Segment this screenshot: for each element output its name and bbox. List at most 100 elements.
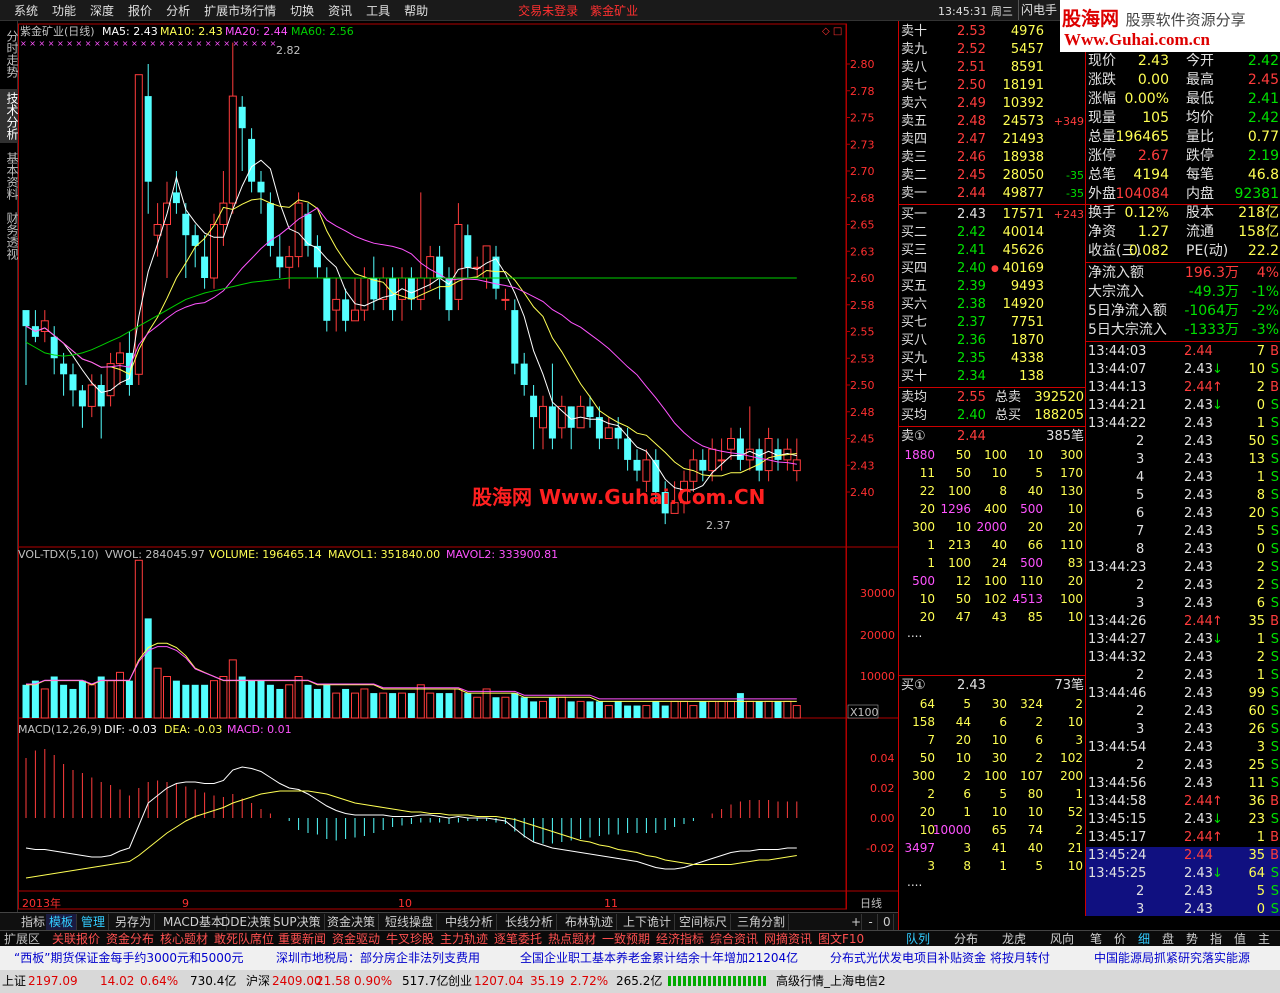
tab-intraday[interactable]: 分时走势 bbox=[0, 27, 19, 81]
buy-level-row[interactable]: 买一 2.43 17571 +243 bbox=[899, 206, 1085, 224]
tick-row[interactable]: 13:44:21 2.43 ↓ 0 S bbox=[1086, 397, 1280, 415]
tick-row[interactable]: 5 2.43 8 S bbox=[1086, 487, 1280, 505]
tick-row[interactable]: 13:44:22 2.43 1 S bbox=[1086, 415, 1280, 433]
tick-row[interactable]: 8 2.43 0 S bbox=[1086, 541, 1280, 559]
buy-level-row[interactable]: 买十 2.34 138 bbox=[899, 368, 1085, 386]
sell-level-row[interactable]: 卖九 2.52 5457 bbox=[899, 41, 1085, 59]
tick-row[interactable]: 2 2.43 25 S bbox=[1086, 757, 1280, 775]
tab-indicator-4[interactable]: MACD基本 bbox=[160, 914, 227, 930]
buy-level-row[interactable]: 买三 2.41 45626 bbox=[899, 242, 1085, 260]
queue-tab-0[interactable]: 队列 bbox=[906, 931, 930, 947]
sell-level-row[interactable]: 卖七 2.50 18191 bbox=[899, 77, 1085, 95]
ext-tab-1[interactable]: 关联报价 bbox=[52, 931, 100, 947]
queue-tab-3[interactable]: 风向 bbox=[1050, 931, 1074, 947]
sell-level-row[interactable]: 卖四 2.47 21493 bbox=[899, 131, 1085, 149]
ticker-item-3[interactable]: 分布式光伏发电项目补贴资金 将按月转付 bbox=[830, 946, 1050, 970]
ticker-item-2[interactable]: 全国企业职工基本养老金累计结余十年增加21204亿 bbox=[520, 946, 798, 970]
buy-queue-header[interactable]: 买① 2.43 73笔 bbox=[899, 677, 1085, 695]
buy-level-row[interactable]: 买二 2.42 40014 bbox=[899, 224, 1085, 242]
tab-indicator-3[interactable]: 另存为 bbox=[112, 914, 156, 930]
trade-status[interactable]: 交易未登录 bbox=[518, 2, 578, 19]
tab-indicator-6[interactable]: SUP决策 bbox=[270, 914, 325, 930]
tick-row[interactable]: 6 2.43 20 S bbox=[1086, 505, 1280, 523]
tab-indicator-14[interactable]: 三角分割 bbox=[734, 914, 790, 930]
tick-row[interactable]: 3 2.43 0 S bbox=[1086, 901, 1280, 916]
chart-area[interactable]: 紫金矿业(日线) MA5: 2.43 MA10: 2.43 MA20: 2.44… bbox=[18, 21, 898, 916]
tick-row[interactable]: 2 2.43 1 S bbox=[1086, 667, 1280, 685]
ext-tab-0[interactable]: 扩展区 bbox=[4, 931, 40, 947]
menu-depth[interactable]: 深度 bbox=[90, 2, 114, 19]
detail-tab-0[interactable]: 笔 bbox=[1090, 931, 1102, 947]
tick-row[interactable]: 13:44:58 2.44 ↑ 36 B bbox=[1086, 793, 1280, 811]
detail-tab-1[interactable]: 价 bbox=[1114, 931, 1126, 947]
period-label[interactable]: 日线 bbox=[860, 896, 882, 910]
tick-row[interactable]: 2 2.43 50 S bbox=[1086, 433, 1280, 451]
ext-tab-3[interactable]: 核心题材 bbox=[160, 931, 208, 947]
ext-tab-14[interactable]: 网摘资讯 bbox=[764, 931, 812, 947]
ext-tab-5[interactable]: 重要新闻 bbox=[278, 931, 326, 947]
tab-indicator-5[interactable]: DDE决策 bbox=[218, 914, 276, 930]
tick-row[interactable]: 13:45:17 2.44 ↑ 1 B bbox=[1086, 829, 1280, 847]
menu-ext-market[interactable]: 扩展市场行情 bbox=[204, 2, 276, 19]
menu-system[interactable]: 系统 bbox=[14, 2, 38, 19]
tick-row[interactable]: 7 2.43 5 S bbox=[1086, 523, 1280, 541]
news-ticker[interactable]: “西板”期货保证金每手约3000元和5000元 深圳市地税局：部分房企非法列支费用… bbox=[0, 946, 1280, 970]
tab-financial[interactable]: 财务透视 bbox=[0, 209, 19, 263]
tab-indicator-13[interactable]: 空间标尺 bbox=[676, 914, 732, 930]
tick-row[interactable]: 3 2.43 6 S bbox=[1086, 595, 1280, 613]
tick-row[interactable]: 13:44:07 2.43 ↓ 10 S bbox=[1086, 361, 1280, 379]
tick-row[interactable]: 13:44:56 2.43 11 S bbox=[1086, 775, 1280, 793]
tick-row[interactable]: 13:44:26 2.44 ↑ 35 B bbox=[1086, 613, 1280, 631]
tab-indicator-0[interactable]: 指标 bbox=[18, 914, 50, 930]
buy-level-row[interactable]: 买五 2.39 9493 bbox=[899, 278, 1085, 296]
tab-ctrl-0[interactable]: + bbox=[848, 914, 862, 930]
queue-tab-1[interactable]: 分布 bbox=[954, 931, 978, 947]
tick-row[interactable]: 4 2.43 1 S bbox=[1086, 469, 1280, 487]
tick-row[interactable]: 13:45:15 2.43 ↓ 23 S bbox=[1086, 811, 1280, 829]
queue-tab-2[interactable]: 龙虎 bbox=[1002, 931, 1026, 947]
menu-quote[interactable]: 报价 bbox=[128, 2, 152, 19]
ext-tab-13[interactable]: 综合资讯 bbox=[710, 931, 758, 947]
kline-chart[interactable]: 紫金矿业(日线) MA5: 2.43 MA10: 2.43 MA20: 2.44… bbox=[18, 21, 898, 916]
tab-ctrl-2[interactable]: 0 bbox=[880, 914, 894, 930]
sell-level-row[interactable]: 卖三 2.46 18938 bbox=[899, 149, 1085, 167]
tab-indicator-7[interactable]: 资金决策 bbox=[324, 914, 380, 930]
detail-tab-7[interactable]: 主 bbox=[1258, 931, 1270, 947]
tick-row[interactable]: 3 2.43 13 S bbox=[1086, 451, 1280, 469]
sell-level-row[interactable]: 卖二 2.45 28050 -35 bbox=[899, 167, 1085, 185]
ticker-item-1[interactable]: 深圳市地税局：部分房企非法列支费用 bbox=[276, 946, 480, 970]
ext-tab-6[interactable]: 资金驱动 bbox=[332, 931, 380, 947]
flash-trade-button[interactable]: 闪电手 bbox=[1018, 0, 1059, 20]
menu-tools[interactable]: 工具 bbox=[366, 2, 390, 19]
sell-queue-header[interactable]: 卖① 2.44 385笔 bbox=[899, 428, 1085, 446]
sz-index[interactable]: 2409.00 bbox=[272, 970, 322, 993]
detail-tab-4[interactable]: 势 bbox=[1186, 931, 1198, 947]
tab-indicator-8[interactable]: 短线操盘 bbox=[382, 914, 438, 930]
server-name[interactable]: 高级行情_上海电信2 bbox=[776, 970, 886, 993]
tab-indicator-1[interactable]: 模板 bbox=[46, 914, 78, 930]
buy-level-row[interactable]: 买七 2.37 7751 bbox=[899, 314, 1085, 332]
detail-tab-5[interactable]: 指 bbox=[1210, 931, 1222, 947]
menu-analysis[interactable]: 分析 bbox=[166, 2, 190, 19]
sell-level-row[interactable]: 卖一 2.44 49877 -35 bbox=[899, 185, 1085, 203]
tick-row[interactable]: 13:44:27 2.43 ↓ 1 S bbox=[1086, 631, 1280, 649]
tick-row[interactable]: 13:44:23 2.43 2 S bbox=[1086, 559, 1280, 577]
ext-tab-12[interactable]: 经济指标 bbox=[656, 931, 704, 947]
ext-tab-11[interactable]: 一致预期 bbox=[602, 931, 650, 947]
tick-row[interactable]: 13:44:46 2.43 99 S bbox=[1086, 685, 1280, 703]
tab-ctrl-1[interactable]: - bbox=[864, 914, 878, 930]
detail-tab-6[interactable]: 值 bbox=[1234, 931, 1246, 947]
ext-tab-15[interactable]: 图文F10 bbox=[818, 931, 864, 947]
buy-level-row[interactable]: 买六 2.38 14920 bbox=[899, 296, 1085, 314]
tab-basic-info[interactable]: 基本资料 bbox=[0, 149, 19, 203]
sell-level-row[interactable]: 卖六 2.49 10392 bbox=[899, 95, 1085, 113]
tick-row[interactable]: 13:44:54 2.43 3 S bbox=[1086, 739, 1280, 757]
detail-tab-2[interactable]: 细 bbox=[1138, 931, 1150, 947]
sell-level-row[interactable]: 卖五 2.48 24573 +349 bbox=[899, 113, 1085, 131]
buy-level-row[interactable]: 买四 2.40 40169 ● bbox=[899, 260, 1085, 278]
tab-technical[interactable]: 技术分析 bbox=[0, 89, 19, 143]
tick-row[interactable]: 3 2.43 26 S bbox=[1086, 721, 1280, 739]
tab-indicator-2[interactable]: 管理 bbox=[78, 914, 110, 930]
ticker-item-0[interactable]: “西板”期货保证金每手约3000元和5000元 bbox=[14, 946, 244, 970]
tick-row[interactable]: 2 2.43 5 S bbox=[1086, 883, 1280, 901]
